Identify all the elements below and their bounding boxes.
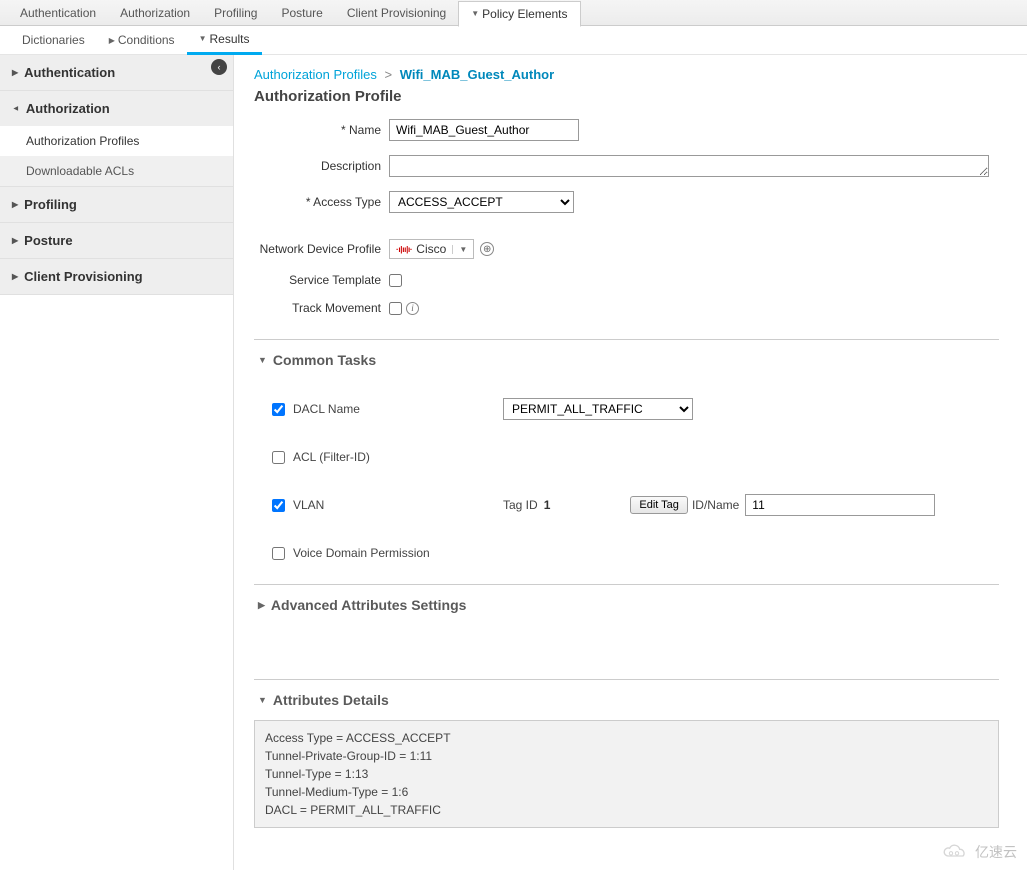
detail-line: Tunnel-Medium-Type = 1:6 [265,783,988,801]
caret-right-icon: ▶ [12,236,18,245]
caret-down-icon: ▼ [452,245,467,254]
caret-down-icon: ▼ [199,34,207,43]
watermark: 亿速云 [939,842,1017,862]
dacl-select[interactable]: PERMIT_ALL_TRAFFIC [503,398,693,420]
description-input[interactable] [389,155,989,177]
service-template-label: Service Template [254,273,389,287]
edit-tag-button[interactable]: Edit Tag [630,496,688,514]
access-type-label: * Access Type [254,195,389,209]
info-icon[interactable]: i [406,302,419,315]
caret-down-icon: ▼ [471,9,479,18]
tab-label: Policy Elements [482,7,567,21]
subtab-dictionaries[interactable]: Dictionaries [10,27,97,53]
tab-posture[interactable]: Posture [269,0,334,26]
caret-down-icon: ▼ [11,105,20,113]
acl-label: ACL (Filter-ID) [293,450,493,464]
sidebar-label: Authentication [24,65,115,80]
caret-down-icon: ▼ [258,695,267,705]
description-label: Description [254,159,389,173]
sidebar-posture[interactable]: ▶ Posture [0,223,233,258]
detail-line: Access Type = ACCESS_ACCEPT [265,729,988,747]
tag-id-label: Tag ID [503,498,538,512]
detail-line: Tunnel-Type = 1:13 [265,765,988,783]
sidebar-client-provisioning[interactable]: ▶ Client Provisioning [0,259,233,294]
sidebar: ‹ ▶ Authentication ▼ Authorization Authori… [0,55,234,870]
caret-right-icon: ▶ [12,272,18,281]
sidebar-label: Profiling [24,197,77,212]
ndp-value: Cisco [416,242,446,256]
tab-profiling[interactable]: Profiling [202,0,269,26]
sidebar-label: Posture [24,233,72,248]
main-content: Authorization Profiles > Wifi_MAB_Guest_… [234,55,1027,870]
breadcrumb-current: Wifi_MAB_Guest_Author [400,67,554,82]
breadcrumb-parent-link[interactable]: Authorization Profiles [254,67,377,82]
track-movement-label: Track Movement [254,301,389,315]
voice-domain-checkbox[interactable] [272,547,285,560]
tab-authentication[interactable]: Authentication [8,0,108,26]
breadcrumb: Authorization Profiles > Wifi_MAB_Guest_… [254,67,999,82]
caret-right-icon: ▶ [12,68,18,77]
cisco-logo-icon: ·ı|ıı|ı· [396,245,412,254]
sidebar-collapse-button[interactable]: ‹ [211,59,227,75]
caret-right-icon: ▶ [109,36,115,45]
breadcrumb-separator: > [384,67,392,82]
attributes-details-section: ▼ Attributes Details Access Type = ACCES… [254,679,999,828]
voice-domain-label: Voice Domain Permission [293,546,493,560]
tab-client-provisioning[interactable]: Client Provisioning [335,0,458,26]
sidebar-label: Authorization [26,101,110,116]
name-label: * Name [254,123,389,137]
track-movement-checkbox[interactable] [389,302,402,315]
advanced-attributes-section: ▶ Advanced Attributes Settings [254,584,999,655]
sidebar-item-downloadable-acls[interactable]: Downloadable ACLs [0,156,233,186]
primary-tab-bar: Authentication Authorization Profiling P… [0,0,1027,26]
subtab-results[interactable]: ▼Results [187,26,262,55]
caret-right-icon: ▶ [12,200,18,209]
attributes-details-box: Access Type = ACCESS_ACCEPT Tunnel-Priva… [254,720,999,828]
subtab-conditions[interactable]: ▶Conditions [97,27,187,53]
network-device-profile-select[interactable]: ·ı|ıı|ı· Cisco ▼ [389,239,474,259]
advanced-attributes-header[interactable]: ▶ Advanced Attributes Settings [254,593,999,625]
attributes-details-header[interactable]: ▼ Attributes Details [254,688,999,720]
watermark-text: 亿速云 [975,842,1017,862]
tab-policy-elements[interactable]: ▼Policy Elements [458,1,580,27]
section-title: Attributes Details [273,692,389,708]
dacl-label: DACL Name [293,402,493,416]
secondary-tab-bar: Dictionaries ▶Conditions ▼Results [0,26,1027,55]
subtab-label: Results [209,32,249,46]
chevron-left-icon: ‹ [218,62,221,72]
dacl-checkbox[interactable] [272,403,285,416]
caret-right-icon: ▶ [258,600,265,611]
acl-checkbox[interactable] [272,451,285,464]
page-title: Authorization Profile [254,88,999,105]
common-tasks-section: ▼ Common Tasks DACL Name PERMIT_ALL_TRAF… [254,339,999,560]
common-tasks-header[interactable]: ▼ Common Tasks [254,348,999,380]
section-title: Common Tasks [273,352,376,368]
idname-input[interactable] [745,494,935,516]
caret-down-icon: ▼ [258,355,267,365]
vlan-label: VLAN [293,498,493,512]
ndp-label: Network Device Profile [254,242,389,256]
service-template-checkbox[interactable] [389,274,402,287]
sidebar-authorization[interactable]: ▼ Authorization [0,91,233,126]
sidebar-authentication[interactable]: ▶ Authentication [0,55,233,90]
add-ndp-button[interactable]: ⊕ [480,242,494,256]
name-input[interactable] [389,119,579,141]
cloud-icon [939,843,971,861]
vlan-checkbox[interactable] [272,499,285,512]
subtab-label: Conditions [118,33,175,47]
section-title: Advanced Attributes Settings [271,597,467,613]
sidebar-item-authorization-profiles[interactable]: Authorization Profiles [0,126,233,156]
sidebar-label: Client Provisioning [24,269,142,284]
detail-line: DACL = PERMIT_ALL_TRAFFIC [265,801,988,819]
tab-authorization[interactable]: Authorization [108,0,202,26]
detail-line: Tunnel-Private-Group-ID = 1:11 [265,747,988,765]
idname-label: ID/Name [692,498,739,512]
sidebar-profiling[interactable]: ▶ Profiling [0,187,233,222]
tag-id-value: 1 [544,498,551,512]
access-type-select[interactable]: ACCESS_ACCEPT [389,191,574,213]
